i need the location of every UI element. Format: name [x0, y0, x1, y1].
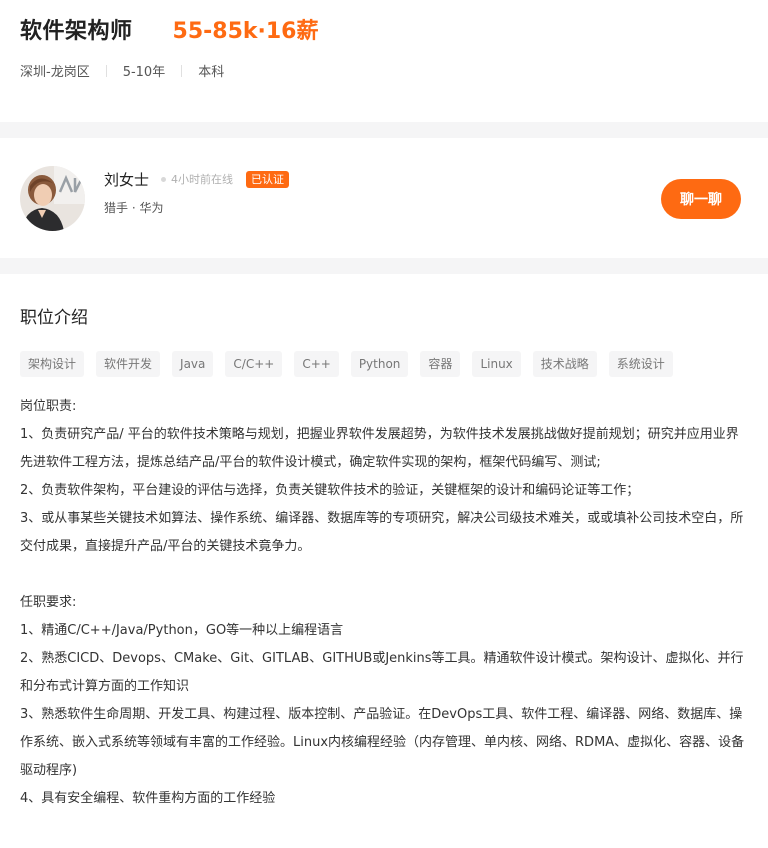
- skill-tag[interactable]: Python: [350, 351, 409, 377]
- duty-item: 2、负责软件架构，平台建设的评估与选择，负责关键软件技术的验证，关键框架的设计和…: [20, 483, 640, 498]
- online-status-dot: [161, 176, 167, 182]
- section-divider-band: [0, 122, 768, 138]
- skill-tag[interactable]: Linux: [472, 351, 521, 377]
- requirement-item: 1、精通C/C++/Java/Python，GO等一种以上编程语言: [20, 623, 344, 638]
- skill-tag[interactable]: Java: [172, 351, 214, 377]
- requirements-heading: 任职要求:: [20, 595, 77, 610]
- requirement-item: 2、熟悉CICD、Devops、CMake、Git、GITLAB、GITHUB或…: [20, 651, 744, 694]
- job-education: 本科: [198, 65, 225, 80]
- avatar[interactable]: [20, 165, 85, 231]
- recruiter-card[interactable]: 刘女士 4小时前在线 已认证 猎手 · 华为 聊一聊: [0, 138, 768, 258]
- skill-tag[interactable]: 技术战略: [532, 351, 597, 377]
- verified-badge: 已认证: [246, 170, 290, 188]
- job-description: 岗位职责: 1、负责研究产品/ 平台的软件技术策略与规划，把握业界软件发展超势，…: [20, 393, 748, 813]
- job-description-section: 职位介绍 架构设计 软件开发 Java C/C++ C++ Python 容器 …: [0, 303, 768, 813]
- job-location: 深圳-龙岗区: [20, 65, 90, 80]
- title-row: 软件架构师 55-85k·16薪: [20, 14, 748, 44]
- job-title: 软件架构师: [20, 19, 133, 44]
- meta-divider: [105, 64, 107, 77]
- salary: 55-85k·16薪: [172, 19, 319, 44]
- meta-divider: [181, 64, 183, 77]
- chat-button[interactable]: 聊一聊: [661, 179, 741, 219]
- skill-tags: 架构设计 软件开发 Java C/C++ C++ Python 容器 Linux…: [20, 351, 748, 377]
- skill-tag[interactable]: C++: [294, 351, 339, 377]
- job-header: 软件架构师 55-85k·16薪 深圳-龙岗区 5-10年 本科: [0, 0, 768, 122]
- duty-item: 3、或从事某些关键技术如算法、操作系统、编译器、数据库等的专项研究，解决公司级技…: [20, 511, 744, 554]
- online-status: 4小时前在线: [171, 173, 234, 186]
- duties-heading: 岗位职责:: [20, 399, 77, 414]
- job-meta: 深圳-龙岗区 5-10年 本科: [20, 61, 748, 80]
- duty-item: 1、负责研究产品/ 平台的软件技术策略与规划，把握业界软件发展超势，为软件技术发…: [20, 427, 739, 470]
- skill-tag[interactable]: 软件开发: [96, 351, 161, 377]
- recruiter-name-row: 刘女士 4小时前在线 已认证: [104, 169, 290, 190]
- recruiter-role-company: 猎手 · 华为: [104, 200, 164, 215]
- skill-tag[interactable]: C/C++: [225, 351, 283, 377]
- recruiter-info: 刘女士 4小时前在线 已认证 猎手 · 华为: [104, 169, 290, 216]
- job-experience: 5-10年: [122, 65, 166, 80]
- skill-tag[interactable]: 架构设计: [20, 351, 85, 377]
- skill-tag[interactable]: 系统设计: [608, 351, 673, 377]
- requirement-item: 3、熟悉软件生命周期、开发工具、构建过程、版本控制、产品验证。在DevOps工具…: [20, 707, 745, 778]
- requirement-item: 4、具有安全编程、软件重构方面的工作经验: [20, 791, 276, 806]
- skill-tag[interactable]: 容器: [420, 351, 461, 377]
- section-title: 职位介绍: [20, 308, 88, 328]
- section-divider-band: [0, 258, 768, 274]
- avatar-image: [20, 165, 85, 231]
- recruiter-name: 刘女士: [104, 170, 150, 189]
